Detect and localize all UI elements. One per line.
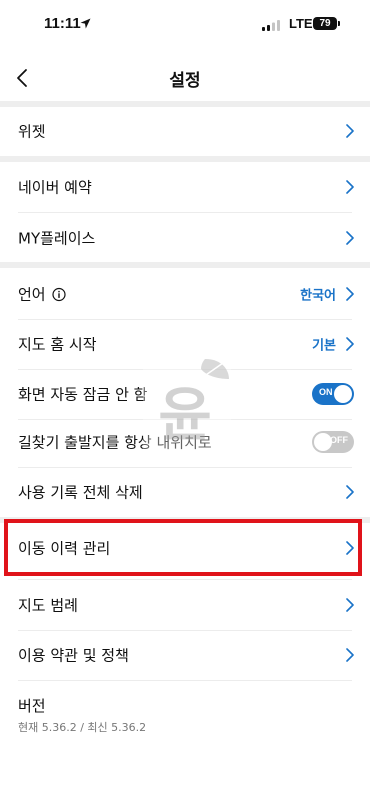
page-title: 설정	[169, 71, 201, 91]
row-naver-booking-label: 네이버 예약	[18, 178, 92, 197]
chevron-right-icon	[346, 648, 354, 662]
row-delete-history[interactable]: 사용 기록 전체 삭제	[0, 467, 370, 517]
row-terms-label: 이용 약관 및 정책	[18, 646, 129, 665]
chevron-right-icon	[346, 124, 354, 138]
watermark-logo-icon: 윤	[143, 355, 231, 451]
row-my-places-label: MY플레이스	[18, 229, 96, 248]
battery-tip	[338, 21, 340, 26]
section-divider	[0, 262, 370, 268]
row-widget[interactable]: 위젯	[0, 106, 370, 156]
battery-icon: 79	[313, 17, 337, 30]
row-map-home-start-label: 지도 홈 시작	[18, 335, 97, 354]
row-map-legend-label: 지도 범례	[18, 596, 78, 615]
row-naver-booking[interactable]: 네이버 예약	[0, 162, 370, 212]
row-my-places[interactable]: MY플레이스	[0, 213, 370, 263]
row-separator	[18, 680, 352, 681]
highlight-box	[4, 519, 362, 576]
chevron-right-icon	[346, 485, 354, 499]
signal-icon	[262, 20, 280, 31]
language-value: 한국어	[300, 288, 336, 304]
status-time: 11:11	[44, 15, 81, 32]
chevron-right-icon	[346, 231, 354, 245]
chevron-right-icon	[346, 337, 354, 351]
row-widget-label: 위젯	[18, 122, 46, 141]
map-home-start-value: 기본	[312, 338, 336, 354]
watermark-text: 윤	[158, 381, 211, 449]
version-info: 현재 5.36.2 / 최신 5.36.2	[18, 721, 147, 734]
row-language[interactable]: 언어 한국어	[0, 269, 370, 319]
row-map-legend[interactable]: 지도 범례	[0, 580, 370, 630]
row-screen-auto-lock-label: 화면 자동 잠금 안 함	[18, 385, 148, 404]
row-language-label: 언어	[18, 284, 66, 305]
toggle-off-label: OFF	[330, 435, 348, 445]
info-icon[interactable]	[52, 287, 66, 302]
toggle-knob	[334, 385, 352, 403]
toggle-on-label: ON	[319, 387, 333, 397]
language-label-text: 언어	[18, 285, 46, 304]
status-bar: 11:11 LTE 79	[0, 0, 370, 52]
row-delete-history-label: 사용 기록 전체 삭제	[18, 483, 143, 502]
auto-lock-toggle[interactable]: ON	[312, 383, 354, 405]
version-title: 버전	[18, 697, 46, 715]
nav-header: 설정	[0, 52, 370, 104]
chevron-right-icon	[346, 598, 354, 612]
network-label: LTE	[289, 16, 313, 31]
chevron-right-icon	[346, 180, 354, 194]
chevron-right-icon	[346, 287, 354, 301]
row-terms[interactable]: 이용 약관 및 정책	[0, 630, 370, 680]
location-arrow-icon	[80, 18, 91, 29]
route-swap-toggle[interactable]: OFF	[312, 431, 354, 453]
